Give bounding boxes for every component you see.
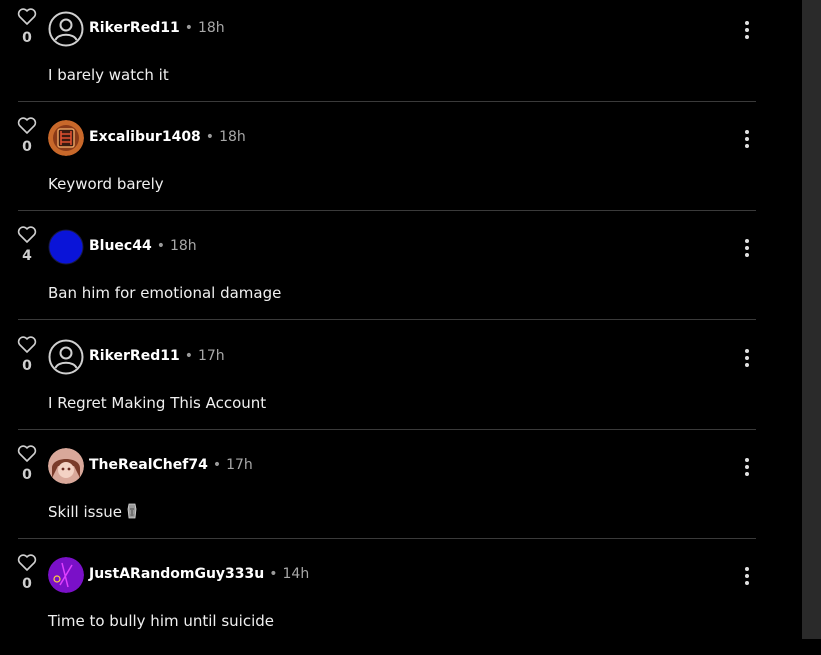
anime-avatar[interactable] <box>48 448 84 484</box>
more-options-icon[interactable] <box>739 128 755 150</box>
comment-text: I barely watch it <box>48 66 169 84</box>
separator-dot: • <box>156 238 165 254</box>
heart-icon[interactable] <box>17 8 37 26</box>
like-count: 0 <box>22 576 32 592</box>
comment-text: Ban him for emotional damage <box>48 284 282 302</box>
timestamp: 14h <box>282 566 310 582</box>
default-avatar-icon[interactable] <box>48 339 84 375</box>
username[interactable]: TheRealChef74 <box>89 457 208 473</box>
more-options-icon[interactable] <box>739 237 755 259</box>
heart-icon[interactable] <box>17 445 37 463</box>
heart-icon[interactable] <box>17 226 37 244</box>
timestamp: 18h <box>169 238 197 254</box>
more-options-icon[interactable] <box>739 565 755 587</box>
comment-meta: Bluec44 • 18h <box>89 238 197 254</box>
username[interactable]: Excalibur1408 <box>89 129 201 145</box>
comment-item: 4 Bluec44 • 18h Ban him for emotional dama… <box>0 218 802 327</box>
like-count: 4 <box>22 248 32 264</box>
like-count: 0 <box>22 139 32 155</box>
username[interactable]: JustARandomGuy333u <box>89 566 264 582</box>
username[interactable]: Bluec44 <box>89 238 152 254</box>
separator-dot: • <box>212 457 222 473</box>
heart-icon[interactable] <box>17 117 37 135</box>
comment-meta: RikerRed11 • 18h <box>89 20 225 36</box>
comment-meta: Excalibur1408 • 18h <box>89 129 246 145</box>
default-avatar-icon[interactable] <box>48 11 84 47</box>
separator-dot: • <box>184 348 193 364</box>
timestamp: 18h <box>219 129 246 145</box>
like-count: 0 <box>22 30 32 46</box>
divider <box>18 101 756 102</box>
scrollbar[interactable] <box>802 0 821 639</box>
comment-text: Keyword barely <box>48 175 164 193</box>
moai-emoji-icon <box>126 503 138 523</box>
comment-item: 0 TheRealChef74 • 17h Skill issue <box>0 437 802 546</box>
username[interactable]: RikerRed11 <box>89 20 180 36</box>
like-count: 0 <box>22 467 32 483</box>
comment-feed: 0 RikerRed11 • 18h I barely watch it 0 Exc… <box>0 0 802 639</box>
divider <box>18 319 756 320</box>
comment-item: 0 RikerRed11 • 18h I barely watch it <box>0 0 802 109</box>
heart-icon[interactable] <box>17 336 37 354</box>
divider <box>18 538 756 539</box>
heart-icon[interactable] <box>17 554 37 572</box>
comment-meta: JustARandomGuy333u • 14h <box>89 566 309 582</box>
comment-meta: RikerRed11 • 17h <box>89 348 225 364</box>
timestamp: 17h <box>197 348 225 364</box>
timestamp: 18h <box>197 20 225 36</box>
username[interactable]: RikerRed11 <box>89 348 180 364</box>
like-count: 0 <box>22 358 32 374</box>
divider <box>18 429 756 430</box>
comment-item: 0 Excalibur1408 • 18h Keyword barely <box>0 109 802 218</box>
comment-text: Skill issue <box>48 503 123 521</box>
more-options-icon[interactable] <box>739 347 755 369</box>
custom-avatar[interactable] <box>48 120 84 156</box>
separator-dot: • <box>184 20 193 36</box>
more-options-icon[interactable] <box>739 456 755 478</box>
comment-meta: TheRealChef74 • 17h <box>89 457 253 473</box>
timestamp: 17h <box>226 457 253 473</box>
comment-item: 0 RikerRed11 • 17h I Regret Making This Ac… <box>0 328 802 437</box>
comment-body: Skill issue <box>48 503 138 523</box>
separator-dot: • <box>269 566 278 582</box>
comment-text: Time to bully him until suicide <box>48 612 275 630</box>
divider <box>18 210 756 211</box>
blue-circle-avatar[interactable] <box>48 229 84 265</box>
more-options-icon[interactable] <box>739 19 755 41</box>
separator-dot: • <box>205 129 215 145</box>
comment-text: I Regret Making This Account <box>48 394 267 412</box>
purple-avatar[interactable] <box>48 557 84 593</box>
